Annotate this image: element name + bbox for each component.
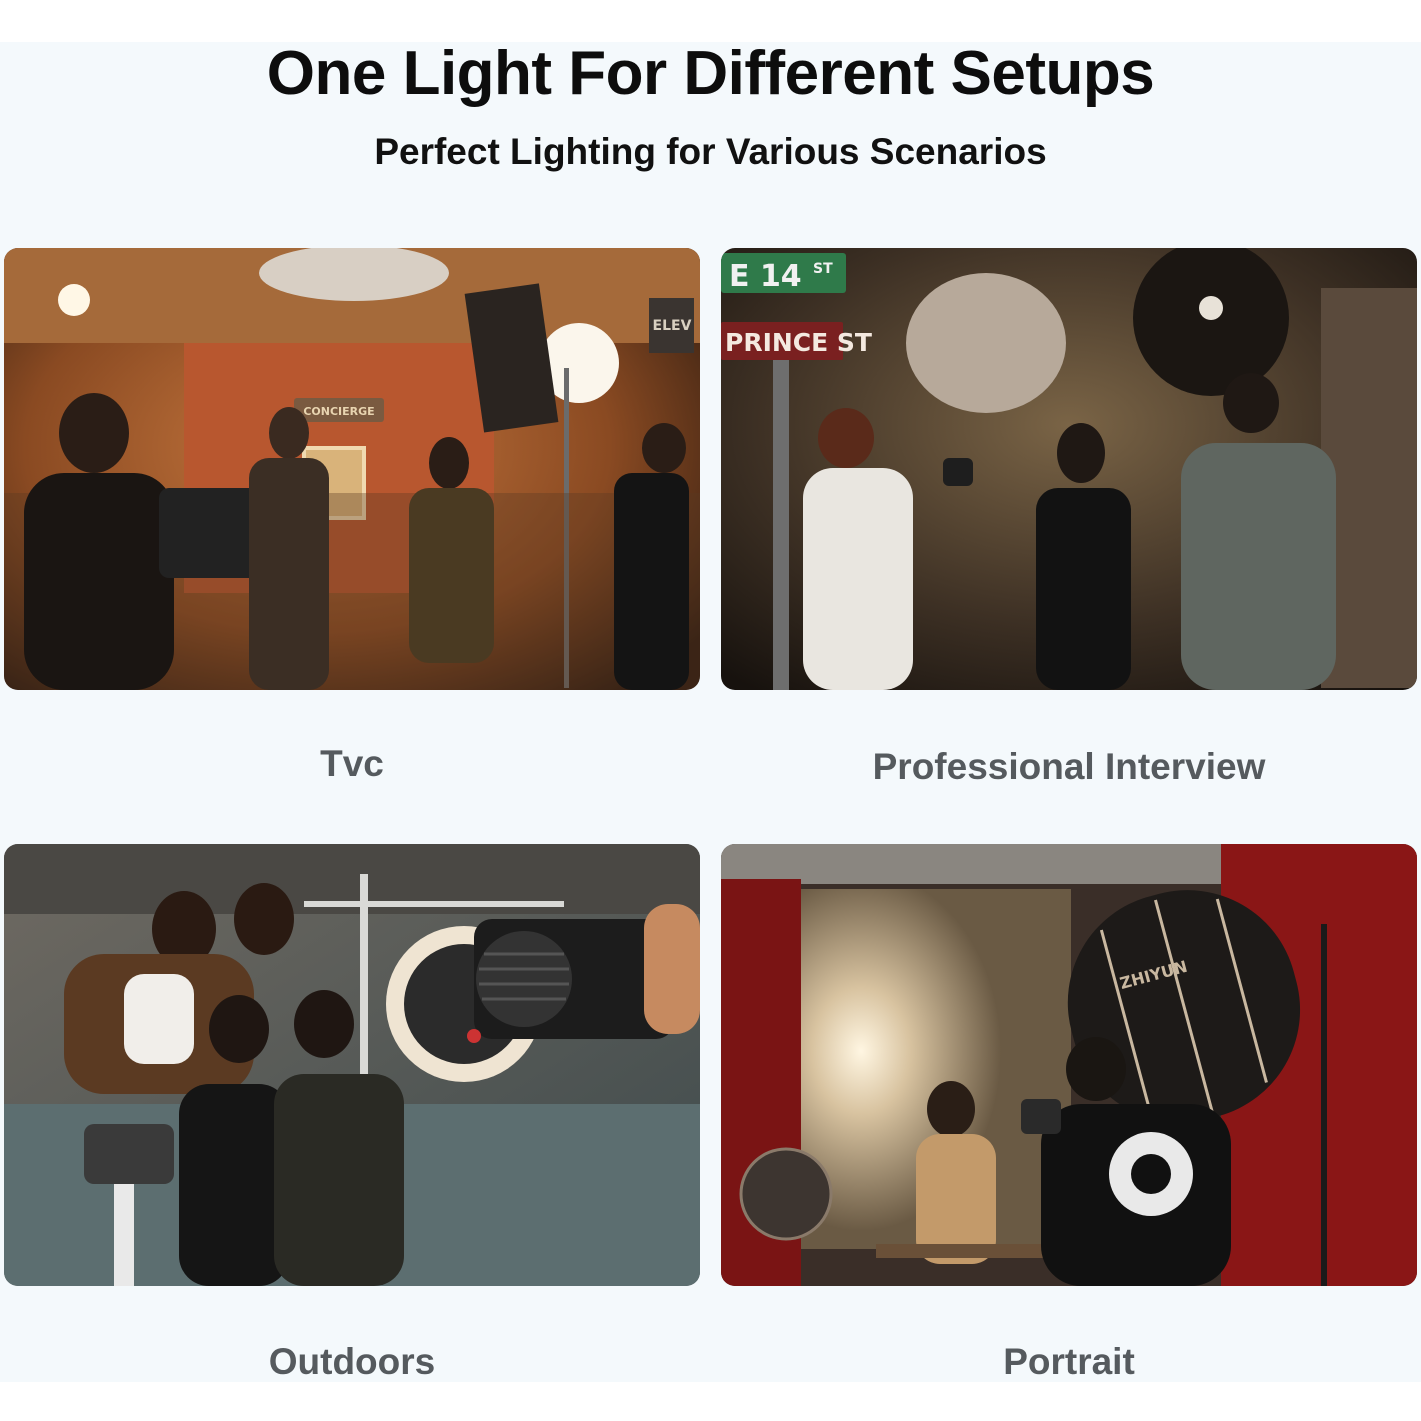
- outdoors-photo: [4, 844, 700, 1286]
- caption-outdoors: Outdoors: [268, 1341, 436, 1382]
- street-interview-photo-icon: E 14 ST PRINCE ST: [721, 248, 1417, 690]
- tvc-photo: CONCIERGE ELEV: [4, 248, 700, 690]
- page-title: One Light For Different Setups: [266, 39, 1155, 108]
- page-subtitle: Perfect Lighting for Various Scenarios: [374, 131, 1047, 172]
- portrait-photo: ZHIYUN: [721, 844, 1417, 1286]
- street-sign-prince: PRINCE ST: [725, 328, 872, 357]
- elev-sign: ELEV: [653, 318, 692, 334]
- caption-tvc: Tvc: [320, 743, 384, 784]
- caption-portrait: Portrait: [1003, 1341, 1135, 1382]
- group-selfie-photo-icon: [4, 844, 700, 1286]
- film-set-photo-icon: CONCIERGE ELEV: [4, 248, 700, 690]
- concierge-sign: CONCIERGE: [303, 405, 374, 418]
- street-sign-suffix: ST: [813, 261, 833, 277]
- interview-photo: E 14 ST PRINCE ST: [721, 248, 1417, 690]
- street-sign-e14: E 14: [729, 259, 802, 294]
- studio-portrait-photo-icon: ZHIYUN: [721, 844, 1417, 1286]
- caption-professional-interview: Professional Interview: [872, 746, 1266, 787]
